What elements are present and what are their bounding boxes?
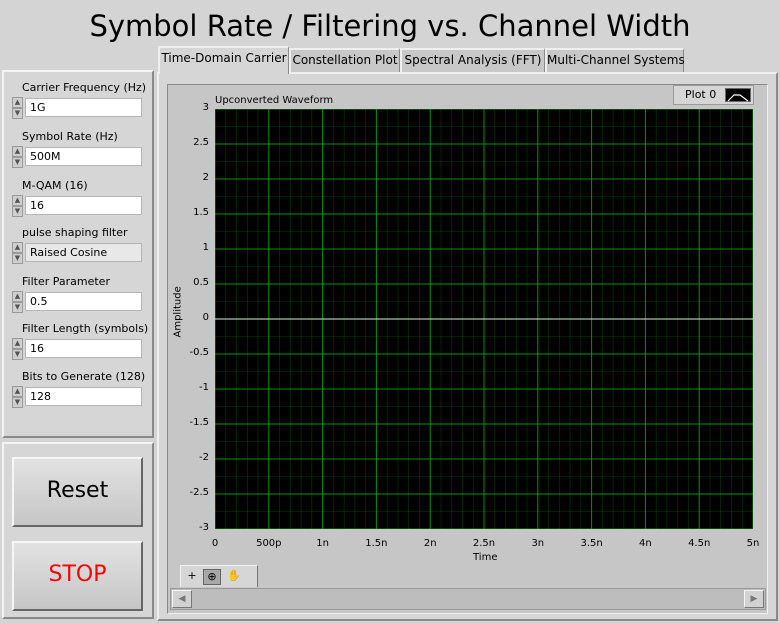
control-label: M-QAM (16) <box>22 179 88 192</box>
spin-up-icon[interactable]: ▲ <box>12 97 23 108</box>
spin-up-icon[interactable]: ▲ <box>12 338 23 349</box>
x-tick-label: 3n <box>531 538 545 549</box>
spin-down-icon[interactable]: ▼ <box>12 302 23 313</box>
filter-ring-select[interactable]: Raised Cosine <box>25 243 142 262</box>
x-tick-label: 3.5n <box>580 538 603 549</box>
control-label: Symbol Rate (Hz) <box>22 130 118 143</box>
spin-up-icon[interactable]: ▲ <box>12 291 23 302</box>
y-tick-label: 2.5 <box>193 137 209 148</box>
increment-decrement-control[interactable]: ▲ ▼ <box>12 338 23 360</box>
y-tick-label: 1.5 <box>193 207 209 218</box>
y-tick-label: -2 <box>199 452 209 463</box>
stop-button[interactable]: STOP <box>12 541 143 611</box>
legend-line-swatch <box>725 88 751 102</box>
spin-down-icon[interactable]: ▼ <box>12 157 23 168</box>
scroll-right-icon[interactable]: ▶ <box>744 590 764 608</box>
legend-label: Plot 0 <box>685 88 717 101</box>
numeric-input[interactable]: 1G <box>25 98 142 117</box>
x-tick-label: 2.5n <box>472 538 496 549</box>
control-label: Bits to Generate (128) <box>22 370 146 383</box>
y-tick-label: -1.5 <box>189 417 209 428</box>
y-tick-label: -3 <box>199 522 209 533</box>
plot-area[interactable] <box>215 109 753 529</box>
control-label: Carrier Frequency (Hz) <box>22 81 147 94</box>
spin-up-icon[interactable]: ▲ <box>12 242 23 253</box>
y-tick-label: 2 <box>202 172 209 183</box>
x-tick-label: 4.5n <box>688 538 711 549</box>
cursor-tool-icon[interactable]: + <box>183 569 201 585</box>
x-tick-label: 2n <box>423 538 437 549</box>
increment-decrement-control[interactable]: ▲ ▼ <box>12 97 23 119</box>
y-tick-label: -2.5 <box>189 487 209 498</box>
reset-button[interactable]: Reset <box>12 457 143 527</box>
x-axis-label: Time <box>473 552 498 563</box>
numeric-input[interactable]: 0.5 <box>25 292 142 311</box>
spin-down-icon[interactable]: ▼ <box>12 349 23 360</box>
tab-multi-channel-systems[interactable]: Multi-Channel Systems <box>545 48 685 72</box>
numeric-input[interactable]: 16 <box>25 339 142 358</box>
spin-down-icon[interactable]: ▼ <box>12 397 23 408</box>
plot-name: Upconverted Waveform <box>215 95 334 106</box>
spin-up-icon[interactable]: ▲ <box>12 195 23 206</box>
increment-decrement-control[interactable]: ▲ ▼ <box>12 291 23 313</box>
x-tick-label: 4n <box>639 538 652 549</box>
spin-down-icon[interactable]: ▼ <box>12 108 23 119</box>
horizontal-scrollbar[interactable]: ◀ ▶ <box>170 588 766 610</box>
numeric-input[interactable]: 16 <box>25 196 142 215</box>
zoom-tool-icon[interactable]: ⊕ <box>203 569 221 585</box>
numeric-input[interactable]: 500M <box>25 147 142 166</box>
increment-decrement-control[interactable]: ▲ ▼ <box>12 386 23 408</box>
y-tick-label: 0 <box>202 312 209 323</box>
y-tick-label: -1 <box>199 382 209 393</box>
pan-tool-icon[interactable]: ✋ <box>225 569 243 585</box>
control-label: pulse shaping filter <box>22 226 128 239</box>
increment-decrement-control[interactable]: ▲ ▼ <box>12 195 23 217</box>
y-tick-label: 0.5 <box>193 277 209 288</box>
x-tick-label: 1n <box>316 538 329 549</box>
graph-palette: + ⊕ ✋ <box>180 565 258 587</box>
spin-down-icon[interactable]: ▼ <box>12 206 23 217</box>
spin-down-icon[interactable]: ▼ <box>12 253 23 264</box>
scroll-left-icon[interactable]: ◀ <box>172 590 192 608</box>
x-tick-label: 500p <box>256 538 282 549</box>
tab-time-domain-carrier[interactable]: Time-Domain Carrier <box>158 46 289 74</box>
y-tick-label: 3 <box>202 102 209 113</box>
control-label: Filter Parameter <box>22 275 110 288</box>
control-label: Filter Length (symbols) <box>22 322 149 335</box>
y-tick-label: -0.5 <box>189 347 209 358</box>
increment-decrement-control[interactable]: ▲ ▼ <box>12 146 23 168</box>
x-tick-label: 5n <box>746 538 760 549</box>
spin-up-icon[interactable]: ▲ <box>12 386 23 397</box>
increment-decrement-control[interactable]: ▲ ▼ <box>12 242 23 264</box>
x-tick-label: 0 <box>211 538 219 549</box>
numeric-input[interactable]: 128 <box>25 387 142 406</box>
x-tick-label: 1.5n <box>365 538 388 549</box>
spin-up-icon[interactable]: ▲ <box>12 146 23 157</box>
y-tick-label: 1 <box>202 242 209 253</box>
window-title: Symbol Rate / Filtering vs. Channel Widt… <box>89 9 691 43</box>
tab-spectral-analysis[interactable]: Spectral Analysis (FFT) <box>400 48 545 72</box>
tab-constellation-plot[interactable]: Constellation Plot <box>289 48 400 72</box>
plot-legend[interactable]: Plot 0 <box>673 85 754 105</box>
